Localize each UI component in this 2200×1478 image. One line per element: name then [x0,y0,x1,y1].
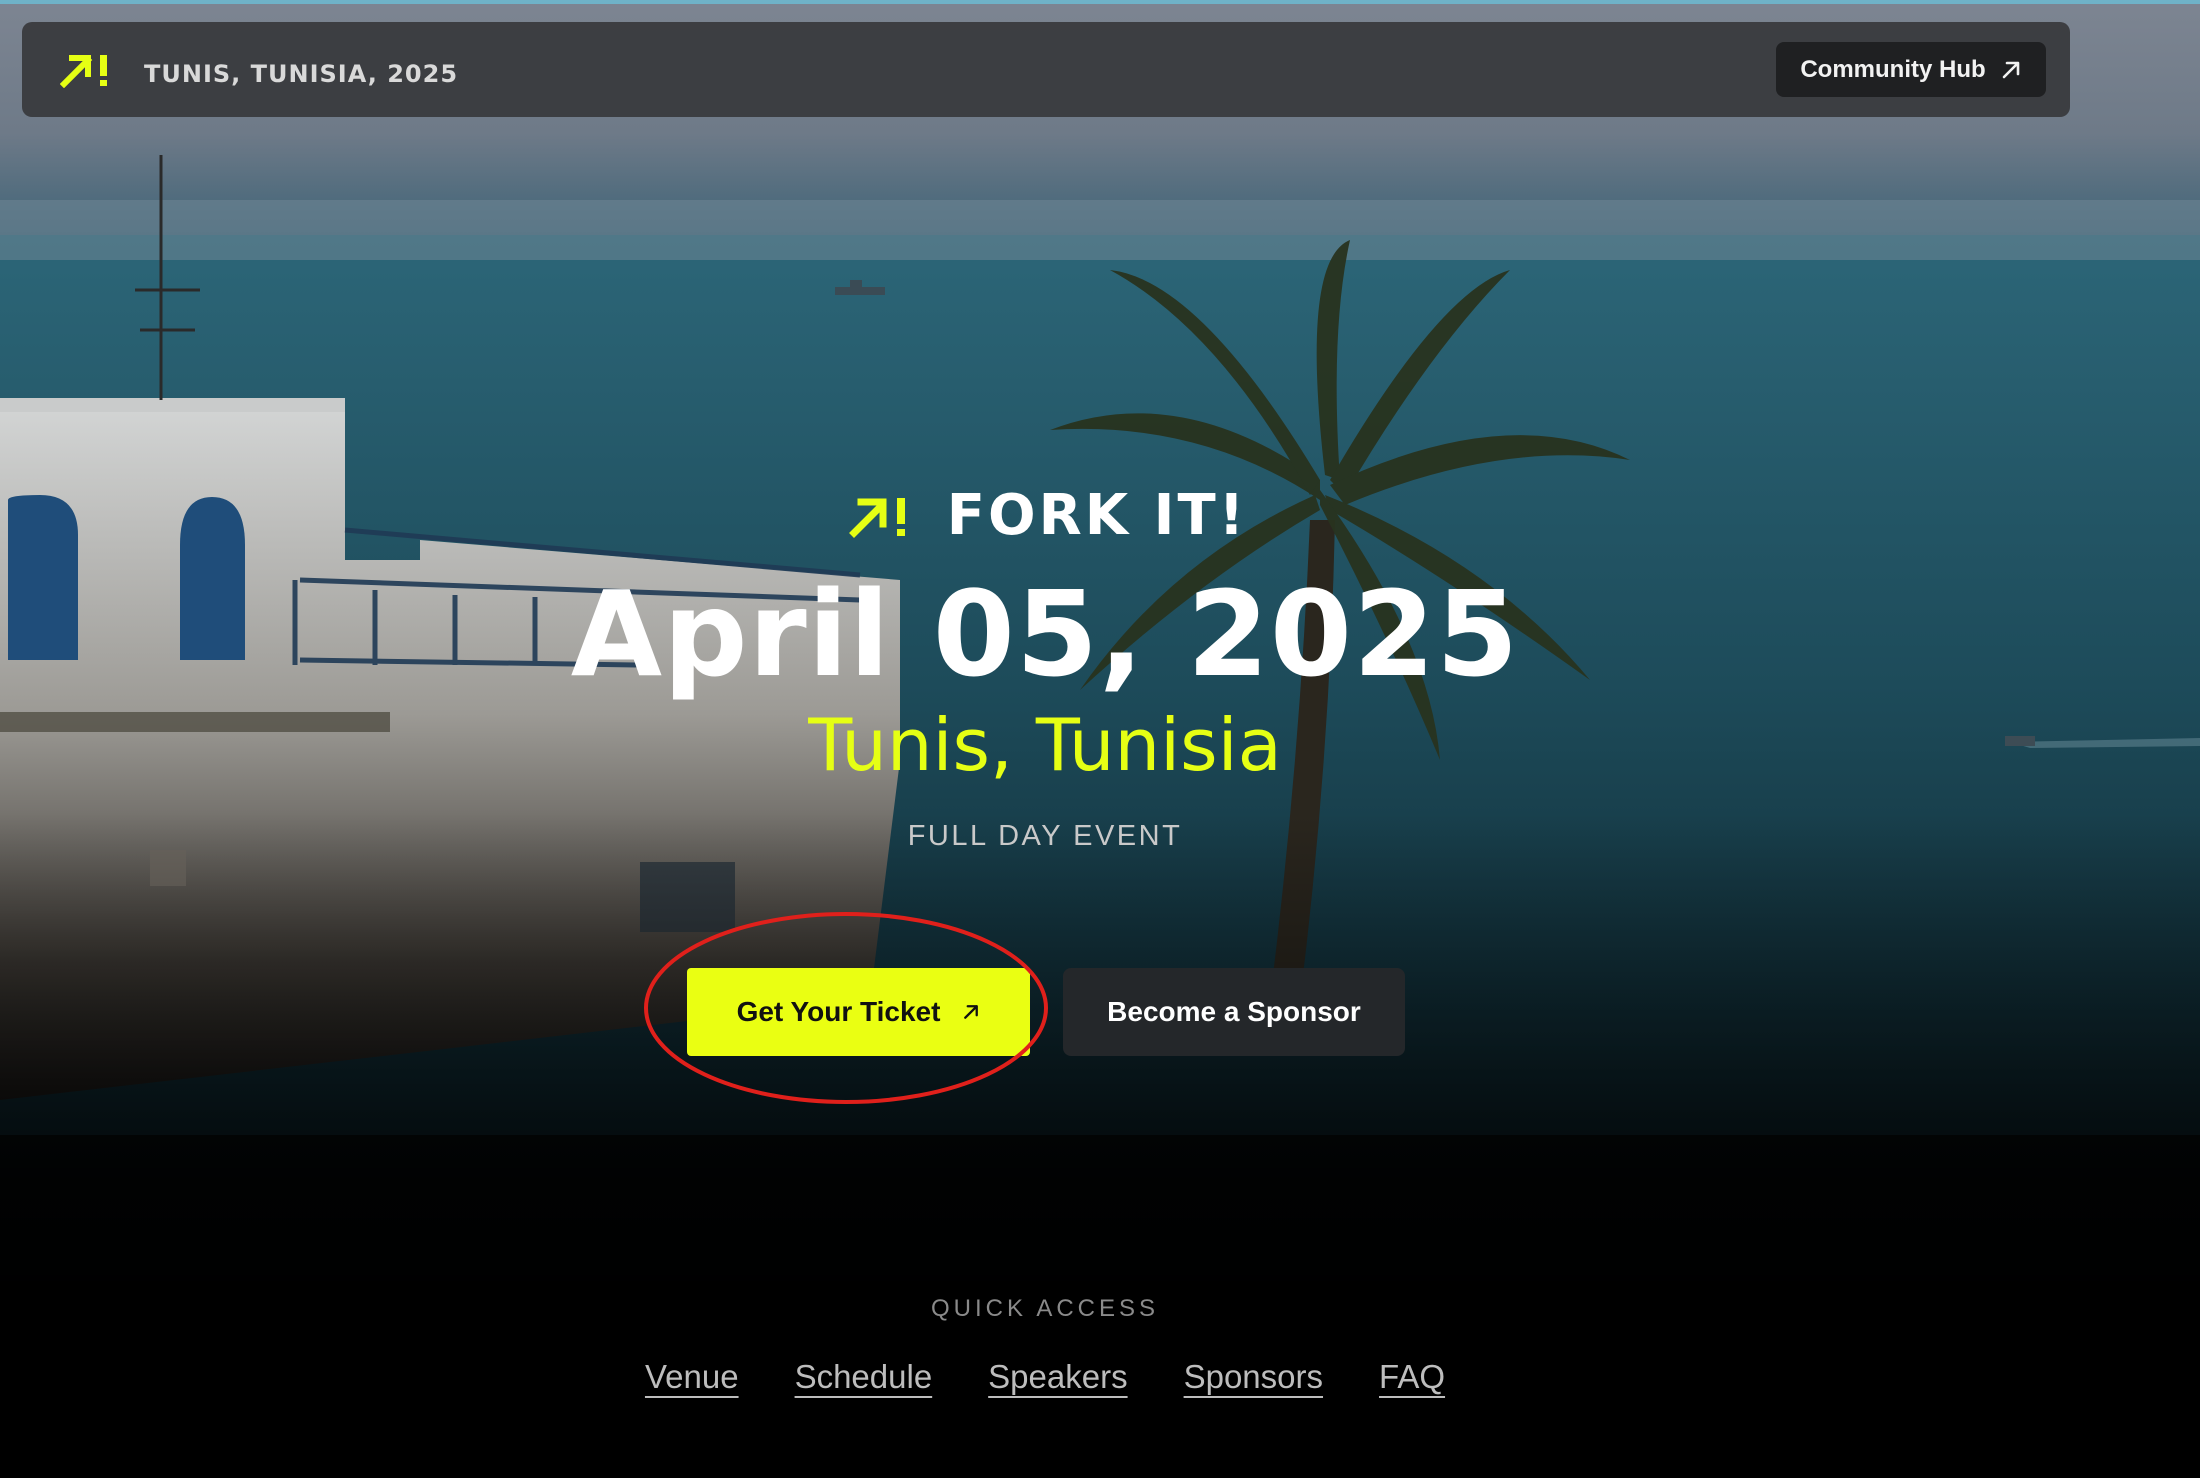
quick-access-nav: Venue Schedule Speakers Sponsors FAQ [0,1358,2090,1396]
become-sponsor-button[interactable]: Become a Sponsor [1063,968,1405,1056]
event-date: April 05, 2025 [570,565,1520,703]
top-bar: TUNIS, TUNISIA, 2025 Community Hub [22,22,2070,117]
get-ticket-label: Get Your Ticket [736,996,941,1027]
quick-link-faq[interactable]: FAQ [1379,1358,1445,1396]
fork-it-logo-icon [848,498,905,538]
quick-link-venue[interactable]: Venue [645,1358,739,1396]
quick-link-sponsors[interactable]: Sponsors [1184,1358,1323,1396]
event-subtitle: FULL DAY EVENT [907,820,1183,852]
event-location: TUNIS, TUNISIA, 2025 [144,60,459,88]
fork-it-logo-icon [60,55,107,88]
event-city: Tunis, Tunisia [808,703,1282,787]
quick-access-title: QUICK ACCESS [930,1295,1160,1322]
arrow-up-right-icon [2002,61,2019,78]
community-hub-label: Community Hub [1800,55,1986,83]
community-hub-button[interactable]: Community Hub [1776,42,2046,97]
get-ticket-button[interactable]: Get Your Ticket [687,968,1030,1056]
hero-page: TUNIS, TUNISIA, 2025 Community Hub FORK … [0,0,2200,1478]
become-sponsor-label: Become a Sponsor [1107,996,1361,1027]
quick-link-schedule[interactable]: Schedule [795,1358,933,1396]
brand-name: FORK IT! [946,483,1248,548]
quick-link-speakers[interactable]: Speakers [988,1358,1127,1396]
hero-brand: FORK IT! [0,488,2148,544]
arrow-up-right-icon [964,1005,979,1019]
